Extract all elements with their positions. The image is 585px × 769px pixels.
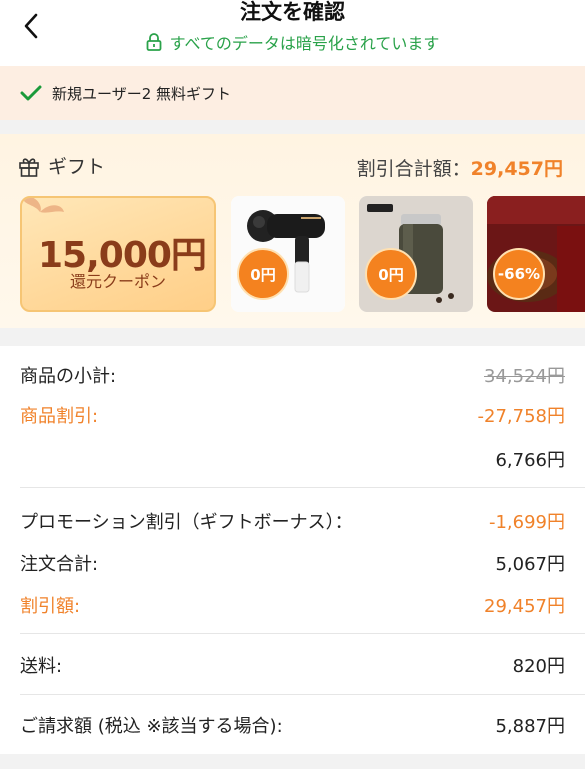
- after-discount-row: 6,766円: [20, 446, 565, 472]
- divider: [20, 694, 585, 695]
- page-header: 注文を確認 すべてのデータは暗号化されています: [0, 0, 585, 66]
- discount-total-label: 割引額:: [20, 596, 81, 617]
- item-discount-label: 商品割引:: [20, 406, 99, 427]
- item-discount-value: -27,758円: [477, 406, 565, 427]
- subtotal-row: 商品の小計: 34,524円: [20, 362, 565, 388]
- shipping-value: 820円: [512, 656, 565, 677]
- divider: [20, 633, 585, 634]
- coupon-label: 還元クーポン: [69, 272, 166, 291]
- order-summary: 商品の小計: 34,524円 商品割引: -27,758円 6,766円 プロモ…: [0, 346, 585, 754]
- new-user-text: 新規ユーザー2 無料ギフト: [52, 84, 232, 103]
- secure-notice: すべてのデータは暗号化されています: [0, 30, 585, 54]
- gift-product-massage-gun[interactable]: 0円: [231, 196, 345, 312]
- price-badge: 0円: [365, 248, 417, 300]
- gift-header: ギフト: [18, 152, 105, 179]
- order-total-row: 注文合計: 5,067円: [20, 550, 565, 576]
- shipping-label: 送料:: [20, 656, 63, 677]
- subtotal-value: 34,524円: [484, 366, 565, 387]
- new-user-banner: 新規ユーザー2 無料ギフト: [0, 66, 585, 120]
- gift-product-tumbler[interactable]: 0円: [359, 196, 473, 312]
- lock-icon: [146, 33, 162, 51]
- discount-total-row: 割引額: 29,457円: [20, 592, 565, 618]
- page-title: 注文を確認: [240, 0, 345, 24]
- billing-label: ご請求額 (税込 ※該当する場合):: [20, 716, 283, 737]
- promo-label: プロモーション割引（ギフトボーナス）：: [20, 512, 353, 533]
- discount-badge: -66%: [493, 248, 545, 300]
- gift-card: ギフト 割引合計額：29,457円 15,000円 還元クーポン 0円 0円 -…: [0, 134, 585, 328]
- discount-total-value: 29,457円: [484, 596, 565, 617]
- gift-total-amount: 29,457円: [470, 158, 563, 180]
- price-badge: 0円: [237, 248, 289, 300]
- after-discount-value: 6,766円: [495, 450, 565, 471]
- divider: [20, 487, 585, 488]
- order-total-label: 注文合計:: [20, 554, 99, 575]
- cashback-coupon[interactable]: 15,000円 還元クーポン: [20, 196, 216, 312]
- billing-value: 5,887円: [495, 716, 565, 737]
- checkmark-icon: [20, 85, 42, 101]
- secure-text: すべてのデータは暗号化されています: [169, 34, 440, 53]
- shipping-row: 送料: 820円: [20, 652, 565, 678]
- promo-value: -1,699円: [488, 512, 565, 533]
- item-discount-row: 商品割引: -27,758円: [20, 402, 565, 428]
- gift-total-label: 割引合計額：: [356, 158, 471, 180]
- promo-row: プロモーション割引（ギフトボーナス）： -1,699円: [20, 508, 565, 534]
- subtotal-label: 商品の小計:: [20, 366, 117, 387]
- gift-product-beef-hayashi[interactable]: -66%: [487, 196, 585, 312]
- order-total-value: 5,067円: [495, 554, 565, 575]
- gift-label: ギフト: [48, 156, 106, 178]
- billing-row: ご請求額 (税込 ※該当する場合): 5,887円: [20, 712, 565, 738]
- gift-discount-total: 割引合計額：29,457円: [357, 154, 563, 181]
- gift-icon: [19, 157, 39, 177]
